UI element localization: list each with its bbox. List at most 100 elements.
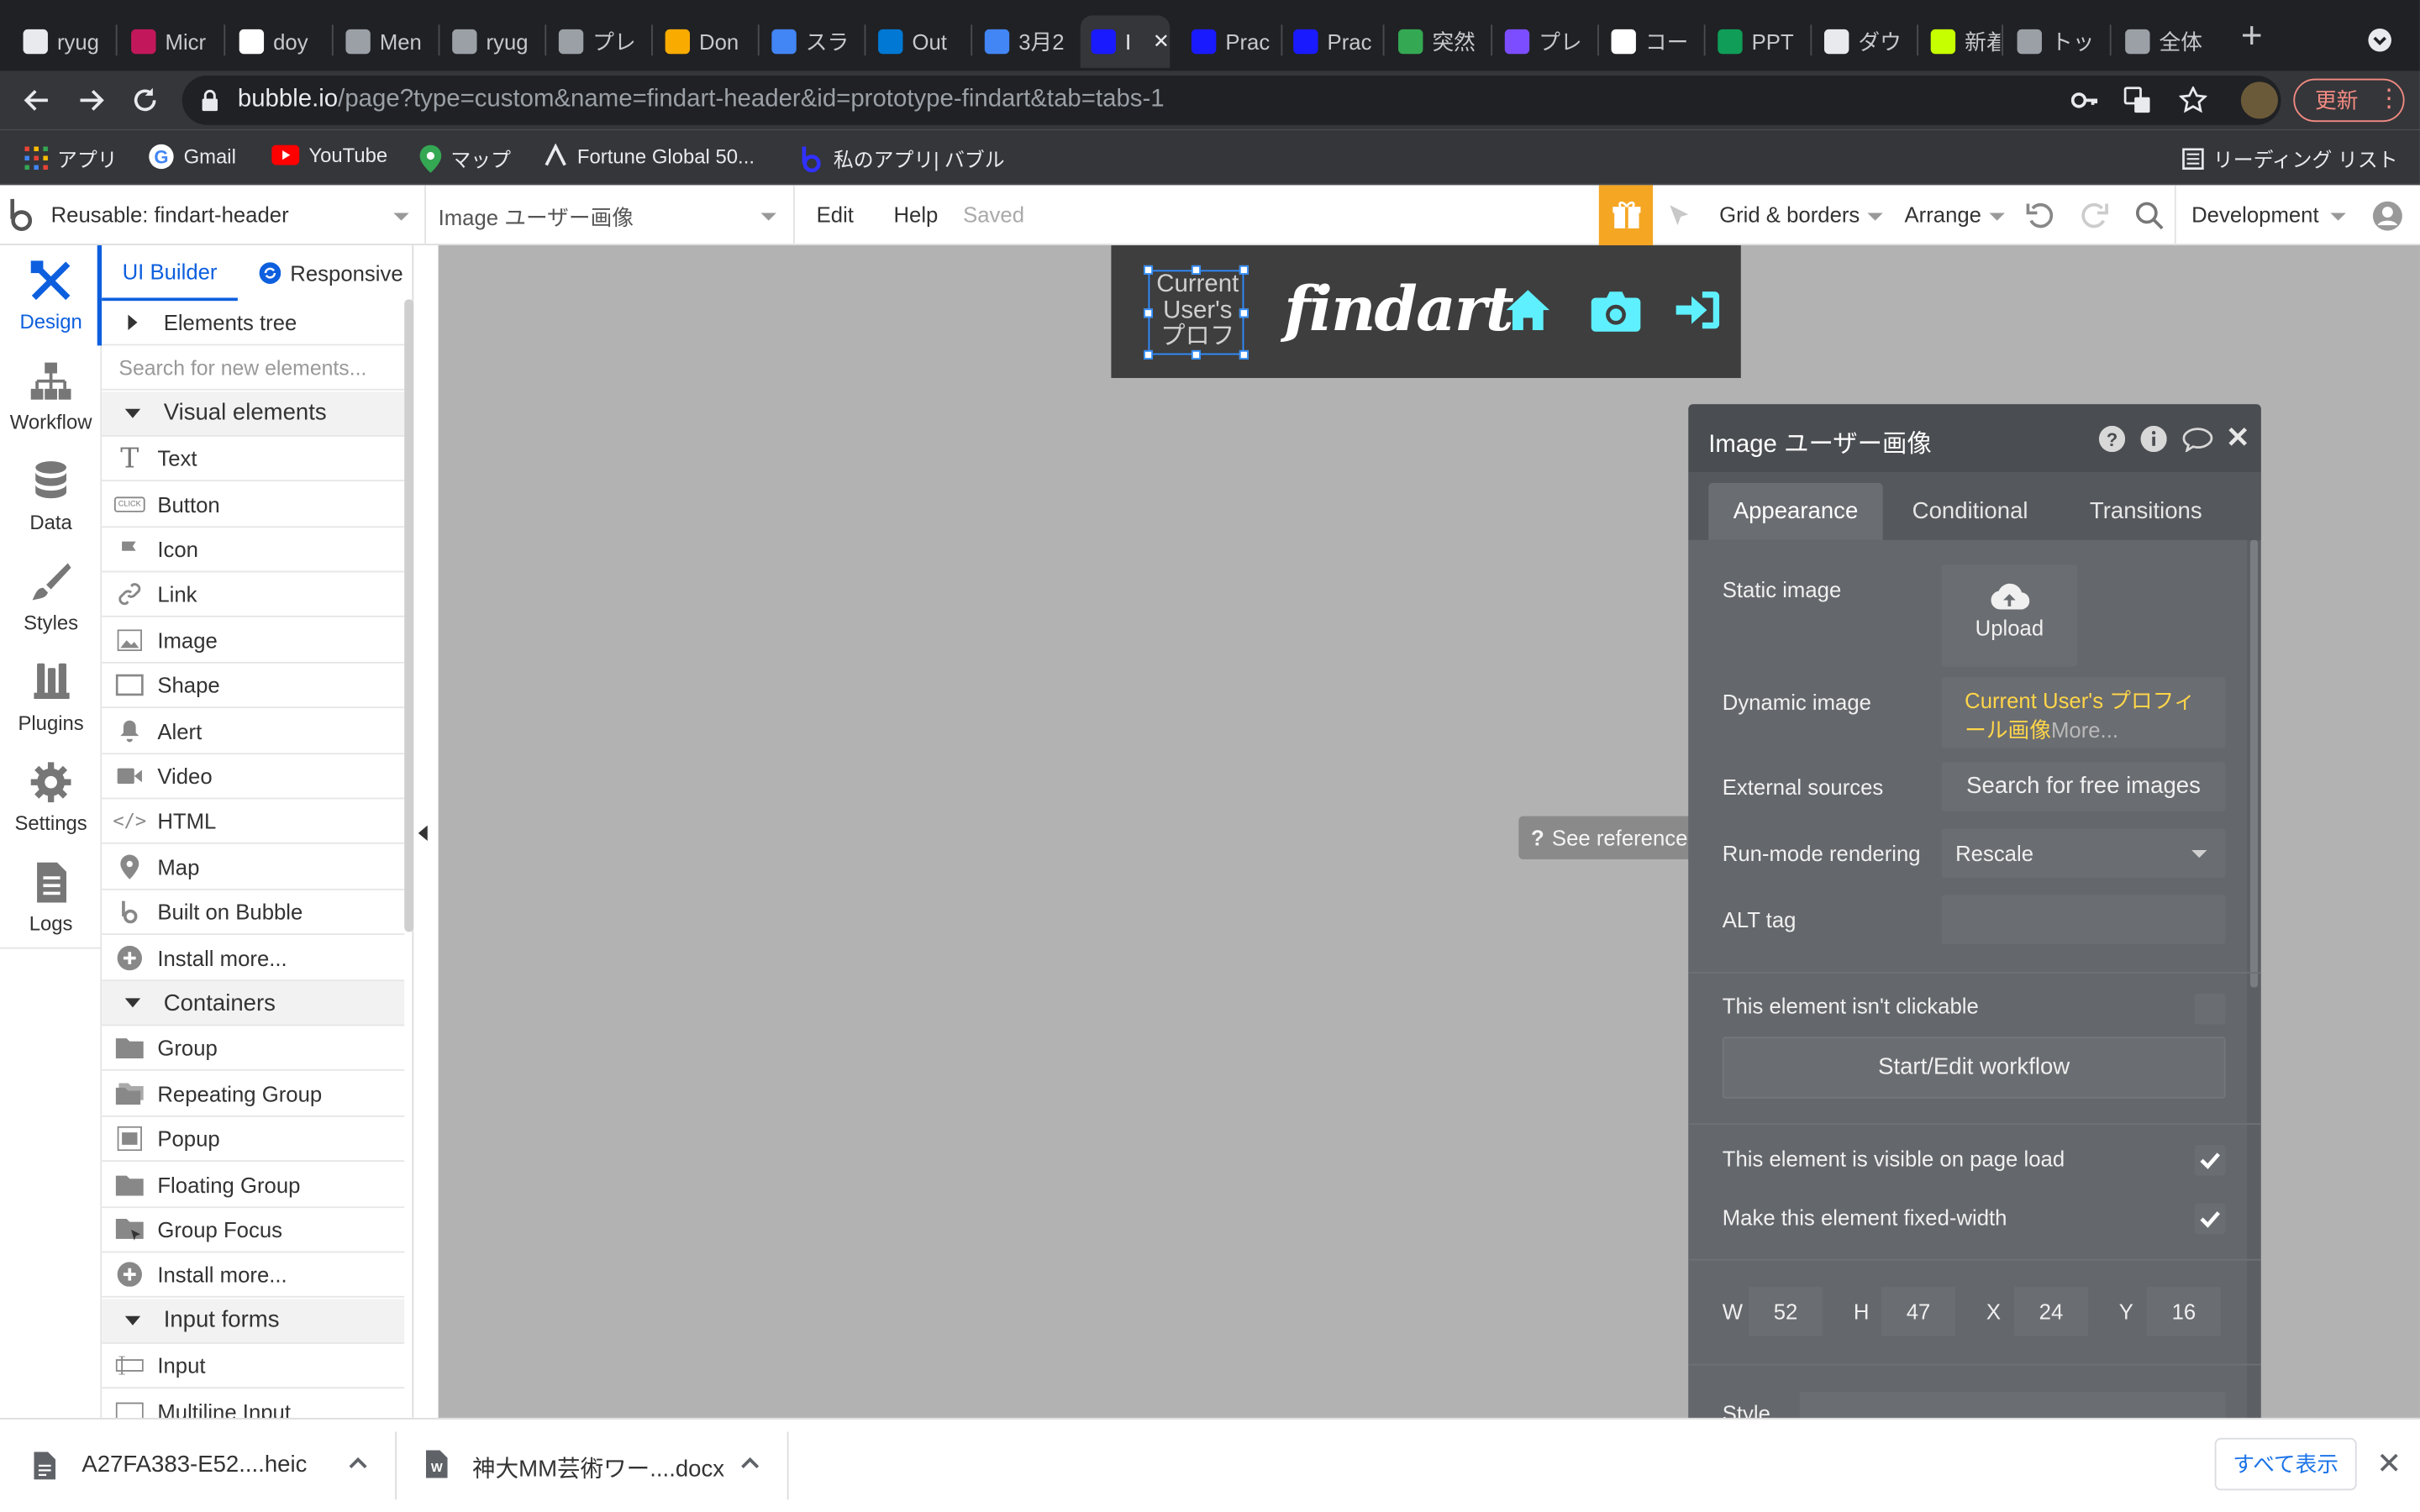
info-icon[interactable] bbox=[2140, 425, 2167, 453]
rail-design[interactable]: Design bbox=[0, 245, 102, 345]
collapse-panel-handle[interactable] bbox=[418, 825, 428, 842]
search-free-images-button[interactable]: Search for free images bbox=[1941, 762, 2226, 812]
profile-avatar[interactable] bbox=[2240, 81, 2278, 119]
browser-tab[interactable]: 新着 bbox=[1920, 15, 2000, 67]
translate-icon[interactable] bbox=[2123, 87, 2151, 114]
back-icon[interactable] bbox=[22, 85, 53, 116]
bookmark-apps[interactable]: アプリ bbox=[24, 144, 118, 173]
tab-search-icon[interactable] bbox=[2367, 28, 2391, 52]
findart-logo[interactable]: findart bbox=[1284, 273, 1514, 345]
browser-tab[interactable]: プレ bbox=[548, 15, 650, 67]
section-visual-elements[interactable]: Visual elements bbox=[102, 391, 405, 437]
show-all-downloads-button[interactable]: すべて表示 bbox=[2214, 1437, 2357, 1491]
palette-item-install-more[interactable]: Install more... bbox=[102, 936, 405, 981]
tab-appearance[interactable]: Appearance bbox=[1708, 482, 1883, 540]
palette-item-floating-group[interactable]: Floating Group bbox=[102, 1163, 405, 1208]
element-dropdown[interactable]: Image ユーザー画像 bbox=[439, 202, 634, 234]
resize-handle[interactable] bbox=[1239, 349, 1249, 360]
elements-tree-toggle[interactable]: Elements tree bbox=[102, 301, 405, 346]
gift-button[interactable] bbox=[1598, 185, 1654, 246]
visible-on-load-checkbox[interactable] bbox=[2194, 1144, 2226, 1176]
palette-item-image[interactable]: Image bbox=[102, 618, 405, 664]
resize-handle[interactable] bbox=[1239, 265, 1249, 275]
palette-item-built-on-bubble[interactable]: Built on Bubble bbox=[102, 890, 405, 936]
download-item-docx[interactable]: 神大MM芸術ワー....docx bbox=[472, 1452, 724, 1484]
resize-handle[interactable] bbox=[1239, 308, 1249, 318]
browser-tab[interactable]: トッ bbox=[2007, 15, 2108, 67]
more-vert-icon[interactable]: ⋮ bbox=[2377, 87, 2402, 113]
palette-scrollbar[interactable] bbox=[404, 299, 414, 932]
not-clickable-checkbox[interactable] bbox=[2194, 993, 2226, 1025]
browser-tab[interactable]: 3月2 bbox=[974, 15, 1076, 67]
palette-item-shape[interactable]: Shape bbox=[102, 664, 405, 709]
close-tab-icon[interactable]: ✕ bbox=[1153, 29, 1170, 54]
search-elements-input[interactable]: Search for new elements... bbox=[102, 346, 405, 391]
reusable-dropdown[interactable]: Reusable: findart-header bbox=[51, 202, 289, 227]
chevron-up-icon[interactable] bbox=[741, 1457, 760, 1469]
resize-handle[interactable] bbox=[1143, 349, 1154, 360]
rail-styles[interactable]: Styles bbox=[0, 546, 102, 646]
chevron-up-icon[interactable] bbox=[349, 1457, 367, 1469]
arrange-dropdown[interactable]: Arrange bbox=[1904, 202, 1981, 227]
height-input[interactable]: 47 bbox=[1881, 1286, 1956, 1336]
rail-data[interactable]: Data bbox=[0, 446, 102, 546]
edit-menu[interactable]: Edit bbox=[817, 202, 854, 227]
panel-scrollbar[interactable] bbox=[2249, 539, 2259, 988]
home-icon[interactable] bbox=[1505, 288, 1551, 331]
pointer-icon[interactable] bbox=[1667, 202, 1691, 230]
browser-tab[interactable]: スラ bbox=[760, 15, 862, 67]
rail-settings[interactable]: Settings bbox=[0, 747, 102, 847]
browser-tab[interactable]: ryug bbox=[13, 15, 114, 67]
bubble-logo-icon[interactable] bbox=[6, 197, 37, 232]
upload-button[interactable]: Upload bbox=[1941, 564, 2078, 667]
palette-item-text[interactable]: T Text bbox=[102, 437, 405, 482]
browser-tab[interactable]: doy bbox=[229, 15, 330, 67]
question-icon[interactable]: ? bbox=[2098, 425, 2126, 453]
redo-icon[interactable] bbox=[2079, 201, 2110, 232]
rail-plugins[interactable]: Plugins bbox=[0, 647, 102, 747]
resize-handle[interactable] bbox=[1191, 349, 1201, 360]
undo-icon[interactable] bbox=[2025, 201, 2056, 232]
download-item-heic[interactable]: A27FA383-E52....heic bbox=[82, 1452, 307, 1478]
comment-icon[interactable] bbox=[2182, 428, 2213, 453]
environment-dropdown[interactable]: Development bbox=[2191, 202, 2319, 227]
palette-item-repeating-group[interactable]: Repeating Group bbox=[102, 1072, 405, 1117]
palette-item-video[interactable]: Video bbox=[102, 754, 405, 800]
star-icon[interactable] bbox=[2179, 86, 2207, 114]
bookmark-youtube[interactable]: YouTube bbox=[271, 144, 387, 166]
tab-ui-builder[interactable]: UI Builder bbox=[102, 245, 238, 302]
search-icon[interactable] bbox=[2134, 201, 2165, 232]
x-input[interactable]: 24 bbox=[2013, 1286, 2089, 1336]
camera-icon[interactable] bbox=[1591, 291, 1641, 332]
forward-icon[interactable] bbox=[76, 85, 107, 116]
browser-tab[interactable]: コー bbox=[1601, 15, 1702, 67]
y-input[interactable]: 16 bbox=[2146, 1286, 2222, 1336]
browser-tab[interactable]: Men bbox=[335, 15, 437, 67]
browser-tab[interactable]: 突然 bbox=[1387, 15, 1489, 67]
property-editor-header[interactable]: Image ユーザー画像 ? bbox=[1688, 404, 2261, 473]
reading-list[interactable]: リーディング リスト bbox=[2182, 144, 2398, 173]
browser-tab[interactable]: Prac bbox=[1181, 15, 1280, 67]
palette-item-map[interactable]: Map bbox=[102, 845, 405, 890]
alt-tag-input[interactable] bbox=[1941, 895, 2226, 945]
fixed-width-checkbox[interactable] bbox=[2194, 1203, 2226, 1235]
help-menu[interactable]: Help bbox=[893, 202, 938, 227]
sign-in-icon[interactable] bbox=[1675, 288, 1721, 331]
account-icon[interactable] bbox=[2372, 201, 2403, 232]
resize-handle[interactable] bbox=[1143, 265, 1154, 275]
palette-item-popup[interactable]: Popup bbox=[102, 1117, 405, 1163]
palette-item-link[interactable]: Link bbox=[102, 573, 405, 618]
rail-logs[interactable]: Logs bbox=[0, 847, 102, 947]
bookmark-fortune[interactable]: Fortune Global 50... bbox=[544, 143, 755, 168]
palette-item-install-more[interactable]: Install more... bbox=[102, 1253, 405, 1299]
palette-item-alert[interactable]: Alert bbox=[102, 709, 405, 754]
browser-tab[interactable]: プレ bbox=[1494, 15, 1596, 67]
browser-tab[interactable]: ryug bbox=[441, 15, 543, 67]
resize-handle[interactable] bbox=[1143, 308, 1154, 318]
section-containers[interactable]: Containers bbox=[102, 981, 405, 1026]
selected-image-element[interactable]: Current User's プロフ bbox=[1143, 265, 1249, 360]
key-icon[interactable] bbox=[2070, 88, 2099, 113]
resize-handle[interactable] bbox=[1191, 265, 1201, 275]
findart-header[interactable]: Current User's プロフ findart bbox=[1111, 245, 1741, 378]
browser-tab[interactable]: Micr bbox=[120, 15, 222, 67]
